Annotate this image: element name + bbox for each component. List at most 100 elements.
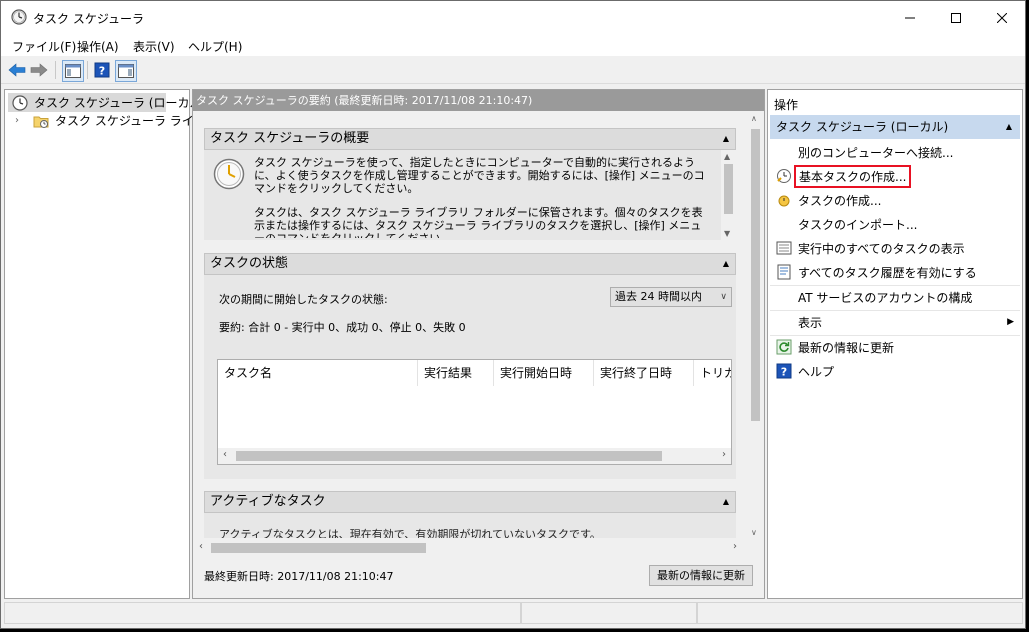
toolbar-separator: [55, 61, 56, 79]
chevron-down-icon[interactable]: ∨: [720, 288, 727, 306]
title-bar[interactable]: タスク スケジューラ: [1, 1, 1025, 34]
help-icon[interactable]: ?: [92, 60, 112, 80]
column-trigger[interactable]: トリガー: [694, 360, 731, 386]
overview-paragraph-1: タスク スケジューラを使って、指定したときにコンピューターで自動的に実行されるよ…: [254, 156, 705, 195]
tree-item-local-label: タスク スケジューラ (ローカル): [34, 96, 207, 110]
show-hide-action-pane-icon[interactable]: [115, 60, 137, 82]
chevron-right-icon[interactable]: ›: [15, 115, 27, 126]
action-create-basic-task-label: 基本タスクの作成...: [794, 164, 912, 188]
status-cell: [4, 602, 521, 624]
refresh-icon: [776, 339, 792, 355]
action-help-label: ヘルプ: [798, 364, 835, 379]
column-end-time[interactable]: 実行終了日時: [594, 360, 694, 386]
scroll-down-icon[interactable]: ▼: [724, 229, 730, 238]
task-status-table: タスク名 実行結果 実行開始日時 実行終了日時 トリガー ‹ ›: [217, 359, 732, 465]
summary-hscrollbar[interactable]: ‹ ›: [193, 540, 747, 556]
tree-item-local[interactable]: タスク スケジューラ (ローカル): [8, 93, 206, 112]
summary-header: タスク スケジューラの要約 (最終更新日時: 2017/11/08 21:10:…: [193, 90, 764, 111]
clock-icon: [12, 94, 28, 111]
scroll-thumb[interactable]: [751, 129, 760, 421]
scroll-down-icon[interactable]: ∨: [751, 528, 757, 537]
minimize-button[interactable]: [887, 1, 933, 34]
column-result[interactable]: 実行結果: [418, 360, 494, 386]
submenu-arrow-icon[interactable]: ▶: [1007, 317, 1014, 327]
folder-clock-icon: [33, 113, 49, 129]
action-show-running-label: 実行中のすべてのタスクの表示: [798, 241, 965, 256]
menu-view[interactable]: 表示(V): [133, 38, 175, 55]
column-task-name[interactable]: タスク名: [218, 360, 418, 386]
blank-icon: [776, 144, 792, 160]
toolbar-separator: [87, 61, 88, 79]
summary-vscrollbar[interactable]: ∧ ∨: [747, 111, 764, 540]
action-refresh[interactable]: 最新の情報に更新: [776, 335, 1014, 359]
menu-help[interactable]: ヘルプ(H): [188, 38, 242, 55]
refresh-button[interactable]: 最新の情報に更新: [649, 565, 753, 586]
table-hscrollbar[interactable]: ‹ ›: [218, 448, 731, 464]
blank-icon: [776, 216, 792, 232]
menu-file[interactable]: ファイル(F): [12, 38, 76, 55]
action-create-task[interactable]: タスクの作成...: [776, 188, 1014, 212]
overview-section-title: タスク スケジューラの概要: [210, 131, 370, 146]
scroll-thumb[interactable]: [211, 543, 426, 553]
status-cell: [697, 602, 1023, 624]
forward-arrow-icon[interactable]: [29, 60, 49, 80]
collapse-icon[interactable]: ▲: [723, 129, 729, 149]
scroll-left-icon[interactable]: ‹: [199, 541, 203, 552]
period-dropdown-value: 過去 24 時間以内: [615, 290, 702, 303]
action-connect[interactable]: 別のコンピューターへ接続...: [776, 140, 1014, 164]
collapse-icon[interactable]: ▲: [1006, 115, 1012, 139]
show-hide-console-tree-icon[interactable]: [62, 60, 84, 82]
scroll-thumb[interactable]: [724, 164, 733, 214]
menu-bar: ファイル(F) 操作(A) 表示(V) ヘルプ(H): [1, 34, 1025, 56]
maximize-button[interactable]: [933, 1, 979, 34]
svg-text:?: ?: [99, 65, 105, 78]
action-refresh-label: 最新の情報に更新: [798, 340, 895, 355]
action-at-account[interactable]: AT サービスのアカウントの構成: [776, 285, 1014, 309]
action-enable-history[interactable]: すべてのタスク履歴を有効にする: [776, 260, 1014, 284]
close-button[interactable]: [979, 1, 1025, 34]
last-updated-text: 最終更新日時: 2017/11/08 21:10:47: [204, 570, 394, 583]
scroll-right-icon[interactable]: ›: [733, 541, 737, 552]
active-tasks-section-header[interactable]: アクティブなタスク ▲: [204, 491, 736, 513]
overview-paragraph-2: タスクは、タスク スケジューラ ライブラリ フォルダーに保管されます。個々のタス…: [254, 206, 703, 238]
overview-section-header[interactable]: タスク スケジューラの概要 ▲: [204, 128, 736, 150]
action-connect-label: 別のコンピューターへ接続...: [798, 145, 954, 160]
action-pane-title: 操作: [774, 98, 799, 112]
main-window: タスク スケジューラ ファイル(F) 操作(A) 表示(V) ヘルプ(H) ?: [0, 0, 1026, 629]
scroll-right-icon[interactable]: ›: [722, 449, 726, 460]
active-tasks-section-title: アクティブなタスク: [210, 494, 326, 509]
action-show-running[interactable]: 実行中のすべてのタスクの表示: [776, 236, 1014, 260]
basic-task-icon: [776, 168, 792, 184]
menu-action[interactable]: 操作(A): [77, 38, 119, 55]
active-tasks-section-body: アクティブなタスクとは、現在有効で、有効期限が切れていないタスクです。: [204, 513, 736, 538]
create-task-icon: [776, 192, 792, 208]
scroll-left-icon[interactable]: ‹: [223, 449, 227, 460]
scroll-up-icon[interactable]: ▲: [724, 152, 730, 161]
action-group-header[interactable]: タスク スケジューラ (ローカル) ▲: [770, 115, 1020, 139]
status-cell: [521, 602, 697, 624]
back-arrow-icon[interactable]: [7, 60, 27, 80]
action-import-task[interactable]: タスクのインポート...: [776, 212, 1014, 236]
status-summary: 要約: 合計 0 - 実行中 0、成功 0、停止 0、失敗 0: [219, 321, 466, 334]
action-create-task-label: タスクの作成...: [798, 193, 882, 208]
action-view[interactable]: 表示 ▶: [776, 310, 1014, 334]
clock-large-icon: [213, 158, 245, 193]
action-help[interactable]: ? ヘルプ: [776, 359, 1014, 383]
scroll-up-icon[interactable]: ∧: [751, 114, 757, 123]
task-status-section-header[interactable]: タスクの状態 ▲: [204, 253, 736, 275]
action-pane: 操作 タスク スケジューラ (ローカル) ▲ 別のコンピューターへ接続... 基…: [767, 89, 1023, 599]
action-import-task-label: タスクのインポート...: [798, 217, 918, 232]
scroll-thumb[interactable]: [236, 451, 662, 461]
active-tasks-text: アクティブなタスクとは、現在有効で、有効期限が切れていないタスクです。: [219, 528, 601, 538]
period-dropdown[interactable]: 過去 24 時間以内 ∨: [610, 287, 732, 307]
collapse-icon[interactable]: ▲: [723, 254, 729, 274]
collapse-icon[interactable]: ▲: [723, 492, 729, 512]
action-view-label: 表示: [798, 315, 823, 330]
action-enable-history-label: すべてのタスク履歴を有効にする: [798, 265, 977, 280]
window-title: タスク スケジューラ: [33, 12, 144, 26]
action-create-basic-task[interactable]: 基本タスクの作成...: [776, 164, 1014, 188]
overview-scrollbar[interactable]: ▲ ▼: [721, 150, 736, 240]
column-start-time[interactable]: 実行開始日時: [494, 360, 594, 386]
summary-pane: タスク スケジューラの要約 (最終更新日時: 2017/11/08 21:10:…: [192, 89, 765, 599]
action-group-title: タスク スケジューラ (ローカル): [776, 120, 949, 134]
